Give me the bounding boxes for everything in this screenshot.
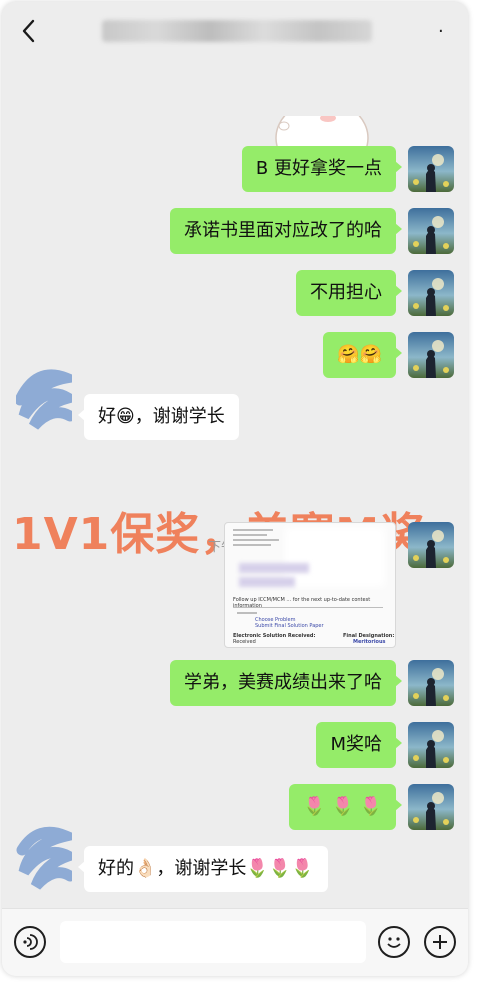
message-bubble[interactable]: 学弟，美赛成绩出来了哈 [170,660,402,706]
message-row: 承诺书里面对应改了的哈 [170,208,454,254]
chevron-left-icon [22,19,35,43]
avatar[interactable] [408,146,454,192]
doc-value-designation: Meritorious [353,639,386,645]
message-bubble[interactable]: 承诺书里面对应改了的哈 [170,208,402,254]
emoji-button[interactable] [378,926,410,958]
chat-window: · B 更好拿奖一点 承诺书里面对应改了的哈 不用担心 🤗🤗 好😁，谢谢学长 1… [2,2,468,976]
message-list[interactable]: B 更好拿奖一点 承诺书里面对应改了的哈 不用担心 🤗🤗 好😁，谢谢学长 1V1… [2,60,468,908]
message-row: 好😁，谢谢学长 [16,360,239,440]
plus-icon [433,935,447,949]
message-row: B 更好拿奖一点 [241,146,454,192]
message-input[interactable] [60,921,366,963]
message-row: 好的👌🏻，谢谢学长🌷🌷🌷 [16,820,328,892]
input-bar [2,908,468,976]
message-bubble[interactable]: M奖哈 [316,722,402,768]
plus-button[interactable] [424,926,456,958]
message-bubble[interactable]: 不用担心 [296,270,402,316]
chat-title-blurred [102,20,372,42]
voice-button[interactable] [14,926,46,958]
avatar-scribble [16,369,72,430]
avatar[interactable] [408,208,454,254]
message-bubble[interactable]: 好😁，谢谢学长 [78,394,239,440]
message-row: 不用担心 [296,270,454,316]
avatar-scribble [16,826,72,890]
avatar[interactable] [408,722,454,768]
message-bubble[interactable]: 好的👌🏻，谢谢学长🌷🌷🌷 [78,846,328,892]
emoji-icon [387,937,401,948]
back-button[interactable] [16,16,42,46]
message-row: Follow up ICCM/MCM ... for the next up-t… [224,522,454,648]
more-button[interactable]: · [438,22,452,42]
message-row: M奖哈 [316,722,454,768]
message-row: 学弟，美赛成绩出来了哈 [170,660,454,706]
message-bubble[interactable]: 🤗🤗 [323,332,402,378]
avatar[interactable] [408,332,454,378]
avatar[interactable] [408,660,454,706]
voice-icon [23,934,38,950]
chat-header: · [2,2,468,60]
avatar[interactable] [408,522,454,568]
doc-value-received: Received [233,639,256,645]
avatar[interactable] [408,270,454,316]
avatar[interactable] [408,784,454,830]
more-icon: · [438,21,444,42]
message-bubble[interactable]: B 更好拿奖一点 [241,146,403,192]
message-row: 🤗🤗 [323,332,454,378]
image-message[interactable]: Follow up ICCM/MCM ... for the next up-t… [224,522,396,648]
doc-item-submit: Submit Final Solution Paper [255,623,324,629]
